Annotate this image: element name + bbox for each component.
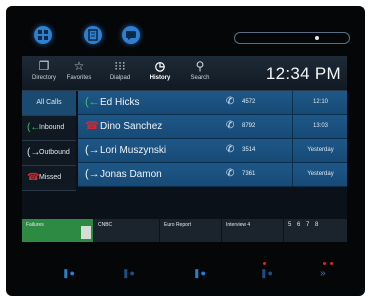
dialpad-icon: ⁝⁝⁝: [114, 59, 126, 73]
status-led: [330, 262, 333, 265]
phone-icon[interactable]: ✆: [226, 144, 234, 155]
status-led: [323, 262, 326, 265]
status-strip: Failures CNBC Euro Report Interview 4 5 …: [22, 219, 347, 242]
line-key-icon[interactable]: ❚●: [193, 268, 206, 279]
document-icon: [88, 29, 98, 41]
status-led: [263, 262, 266, 265]
phone-icon[interactable]: ✆: [226, 120, 234, 131]
status-cell-digits[interactable]: 5 6 7 8: [284, 219, 347, 242]
status-cell-cnbc[interactable]: CNBC: [94, 219, 160, 242]
contacts-hard-key[interactable]: [84, 26, 102, 44]
status-cell-failures[interactable]: Failures: [22, 219, 94, 242]
volume-slider[interactable]: [234, 32, 350, 44]
filter-missed[interactable]: ☎ Missed: [22, 166, 76, 191]
inbound-arrow-icon: (←: [85, 96, 100, 108]
outbound-arrow-icon: (→: [85, 168, 100, 180]
tab-search[interactable]: ⚲ Search: [180, 58, 220, 88]
grid-icon: [38, 30, 48, 40]
tab-dialpad[interactable]: ⁝⁝⁝ Dialpad: [100, 58, 140, 88]
phone-icon[interactable]: ✆: [226, 168, 234, 179]
history-icon: ◷: [154, 59, 166, 73]
touch-screen: ❐ Directory ☆ Favorites ⁝⁝⁝ Dialpad ◷ Hi…: [22, 56, 347, 242]
status-cell-interview[interactable]: Interview 4: [222, 219, 284, 242]
top-toolbar: ❐ Directory ☆ Favorites ⁝⁝⁝ Dialpad ◷ Hi…: [22, 56, 347, 91]
call-row[interactable]: (→ Lori Muszynski ✆ 3514 Yesterday: [78, 139, 347, 163]
phone-device: ❐ Directory ☆ Favorites ⁝⁝⁝ Dialpad ◷ Hi…: [0, 0, 371, 302]
messages-hard-key[interactable]: [122, 26, 140, 44]
directory-icon: ❐: [38, 59, 50, 73]
filter-outbound[interactable]: (→ Outbound: [22, 141, 76, 166]
line-key-icon[interactable]: ❚●: [260, 268, 273, 279]
tab-favorites[interactable]: ☆ Favorites: [59, 58, 99, 88]
next-arrow-icon[interactable]: »: [320, 268, 326, 279]
missed-call-icon: ☎: [27, 172, 40, 183]
line-key-icon[interactable]: ❚●: [122, 268, 135, 279]
filter-inbound[interactable]: (← Inbound: [22, 116, 76, 141]
star-icon: ☆: [73, 59, 85, 73]
line-key-icon[interactable]: ❚●: [62, 268, 75, 279]
missed-call-icon: ☎: [85, 120, 99, 132]
tab-directory[interactable]: ❐ Directory: [24, 58, 64, 88]
call-row[interactable]: ☎ Dino Sanchez ✆ 8792 13:03: [78, 115, 347, 139]
filter-all-calls[interactable]: All Calls: [22, 91, 76, 116]
outbound-arrow-icon: (→: [85, 144, 100, 156]
phone-icon[interactable]: ✆: [226, 96, 234, 107]
grid-hard-key[interactable]: [34, 26, 52, 44]
message-icon: [126, 31, 136, 40]
tab-history[interactable]: ◷ History: [140, 58, 180, 88]
status-indicator: [81, 226, 91, 239]
call-row[interactable]: (→ Jonas Damon ✆ 7361 Yesterday: [78, 163, 347, 187]
search-icon: ⚲: [195, 59, 205, 73]
clock: 12:34 PM: [265, 64, 341, 83]
call-row[interactable]: (← Ed Hicks ✆ 4572 12:10: [78, 91, 347, 115]
status-cell-euro-report[interactable]: Euro Report: [160, 219, 222, 242]
volume-slider-thumb[interactable]: [315, 36, 319, 40]
